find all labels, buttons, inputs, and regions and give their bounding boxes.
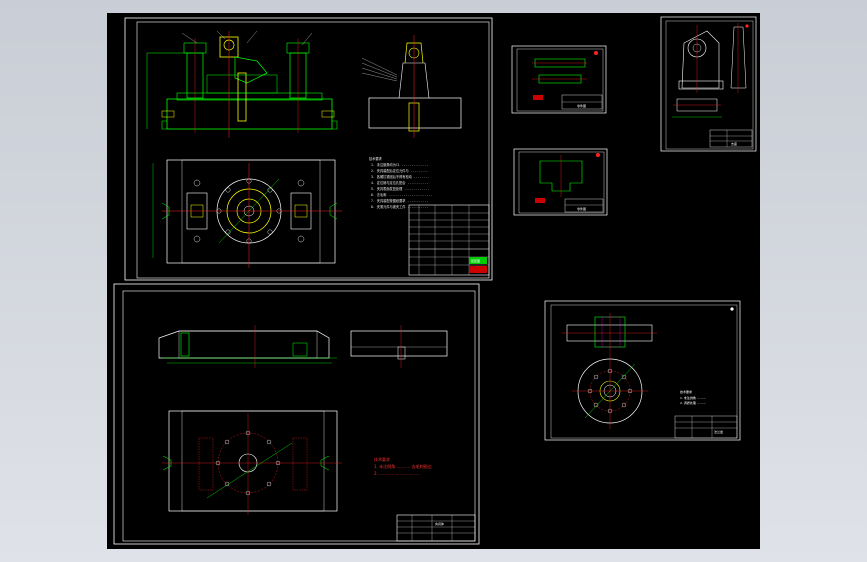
svg-text:支座: 支座: [731, 141, 737, 146]
sheet-frame-inner: [516, 48, 604, 112]
roughness-icon: [745, 24, 749, 28]
svg-text:技术要求: 技术要求: [369, 156, 383, 161]
base-plate-title-block[interactable]: 夹具体: [396, 514, 476, 542]
sheet-frame-outer: [511, 45, 607, 114]
flange-title-block[interactable]: 法兰盘: [674, 415, 738, 439]
roughness-icon: [596, 153, 600, 157]
svg-text:技术要求: 技术要求: [680, 389, 692, 394]
svg-text:法兰盘: 法兰盘: [714, 429, 723, 434]
sheet-frame-outer: [124, 17, 493, 281]
svg-text:2. ...........................: 2. ................................: [374, 471, 420, 476]
sheet-frame-inner: [136, 21, 490, 279]
sheet-small-part-2[interactable]: 零件图: [513, 148, 608, 216]
roughness-icon: [730, 307, 734, 311]
base-plate-front-view[interactable]: [158, 325, 337, 368]
svg-text:1. 未注倒角 ........... 去毛刺锐边: 1. 未注倒角 ........... 去毛刺锐边: [374, 463, 432, 469]
svg-text:1. 未注倒角 ..........: 1. 未注倒角 ..........: [680, 395, 706, 400]
svg-text:5. 夹具表面发蓝处理 .............: 5. 夹具表面发蓝处理 .............: [371, 186, 429, 191]
flange-section-view[interactable]: [562, 313, 657, 353]
cad-model-space[interactable]: 技术要求 1. 未注倒角均为C1 .............. 2. 夹具装配后…: [107, 13, 760, 549]
svg-text:2. 夹具装配后定位元件与 .........: 2. 夹具装配后定位元件与 .........: [371, 168, 428, 173]
svg-text:4. 定位销与定位孔配合 ...........: 4. 定位销与定位孔配合 ...........: [371, 180, 429, 185]
roughness-icon: [594, 51, 598, 55]
svg-text:零件图: 零件图: [577, 206, 586, 211]
sheet-frame-outer: [544, 300, 741, 441]
cad-drawing-canvas[interactable]: 技术要求 1. 未注倒角均为C1 .............. 2. 夹具装配后…: [107, 13, 760, 549]
assembly-title-block[interactable]: 装配图: [408, 204, 490, 276]
base-plate-top-view[interactable]: [162, 410, 342, 515]
flange-front-view[interactable]: [572, 353, 648, 429]
sheet-frame-inner: [122, 290, 476, 542]
svg-text:1. 未注倒角均为C1 ..............: 1. 未注倒角均为C1 ..............: [371, 162, 429, 167]
svg-text:7. 夹具装配按图纸要求 ...........: 7. 夹具装配按图纸要求 ...........: [371, 198, 429, 203]
sheet-support[interactable]: 支座: [660, 16, 757, 152]
svg-text:2. 调质处理 ..........: 2. 调质处理 ..........: [680, 400, 706, 405]
title-block-highlight-red: [469, 266, 487, 273]
assembly-top-view[interactable]: [152, 159, 342, 268]
flange-technical-notes: 技术要求 1. 未注倒角 .......... 2. 调质处理 ........…: [680, 389, 706, 405]
base-plate-red-notes: 技术要求 1. 未注倒角 ........... 去毛刺锐边 2. ......…: [374, 456, 432, 476]
sheet-small-part-1[interactable]: 零件图: [511, 45, 607, 114]
assembly-front-view[interactable]: [146, 30, 338, 138]
base-plate-side-view[interactable]: [350, 325, 448, 368]
assembly-side-view[interactable]: [361, 35, 462, 138]
svg-text:6. 去毛刺 .......................: 6. 去毛刺 .......................: [371, 192, 432, 197]
svg-text:装配图: 装配图: [471, 258, 480, 263]
assembly-technical-notes: 技术要求 1. 未注倒角均为C1 .............. 2. 夹具装配后…: [369, 156, 432, 209]
svg-text:3. 各螺钉紧固后不得有松动 ........: 3. 各螺钉紧固后不得有松动 ........: [371, 174, 429, 179]
svg-text:零件图: 零件图: [577, 103, 586, 108]
sheet-assembly[interactable]: 技术要求 1. 未注倒角均为C1 .............. 2. 夹具装配后…: [124, 17, 493, 281]
sheet-frame-outer: [660, 16, 757, 152]
svg-text:夹具体: 夹具体: [435, 521, 444, 526]
svg-text:技术要求: 技术要求: [374, 456, 390, 462]
sheet-flange[interactable]: 技术要求 1. 未注倒角 .......... 2. 调质处理 ........…: [544, 300, 741, 441]
sheet-base-plate[interactable]: 技术要求 1. 未注倒角 ........... 去毛刺锐边 2. ......…: [113, 283, 480, 545]
